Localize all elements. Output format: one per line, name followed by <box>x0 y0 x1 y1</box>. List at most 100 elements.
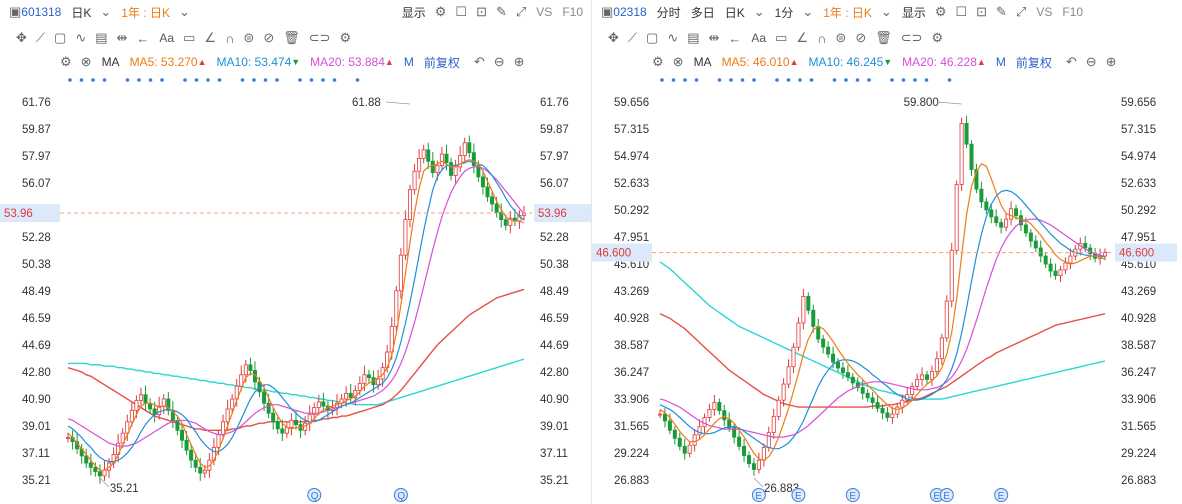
magnet-icon[interactable]: ∩ <box>225 31 234 46</box>
y-tick-label-right: 36.247 <box>1121 367 1156 379</box>
camera-icon[interactable]: ⊡ <box>476 4 487 20</box>
drawing-toolbar: ✥ ⟋ ▢ ∿ ▤ ⇹ ← Aa ▭ ∠ ∩ ⊜ ⊘ 🗑 ⊂⊃ ⚙ <box>0 26 591 50</box>
expand-icon[interactable]: ⤢ <box>516 4 526 20</box>
chevron-down-icon[interactable]: ⌄ <box>179 4 190 20</box>
f10-button[interactable]: F10 <box>562 5 583 19</box>
range-selector[interactable]: 1年 : 日K <box>121 4 170 21</box>
link-icon[interactable]: ⊂⊃ <box>901 30 923 46</box>
lock-icon[interactable]: ⊜ <box>835 30 846 46</box>
text-tool[interactable]: Aa <box>751 31 766 45</box>
wave-tool-icon[interactable]: ∿ <box>75 30 86 46</box>
ma-more[interactable]: M <box>996 55 1006 69</box>
settings-icon[interactable]: ⚙ <box>340 30 352 46</box>
y-tick-label-right: 59.656 <box>1121 97 1156 109</box>
high-price-label: 61.88 <box>352 97 381 109</box>
multiday-tab[interactable]: 多日 <box>691 4 715 21</box>
pen-icon[interactable]: ✎ <box>496 4 507 20</box>
rect-tool-icon[interactable]: ▢ <box>54 30 66 46</box>
note-icon[interactable]: ▭ <box>775 30 787 46</box>
settings-icon[interactable]: ⚙ <box>932 30 944 46</box>
gear-icon[interactable]: ⚙ <box>652 54 664 70</box>
close-icon[interactable]: ⊗ <box>81 54 92 70</box>
pen-icon[interactable]: ✎ <box>996 4 1007 20</box>
line-tool-icon[interactable]: ⟋ <box>36 30 45 46</box>
rect-tool-icon[interactable]: ▢ <box>646 30 658 46</box>
gear-icon[interactable]: ⚙ <box>60 54 72 70</box>
y-tick-label-right: 59.87 <box>540 124 569 136</box>
ma-label: MA <box>693 55 712 69</box>
link-icon[interactable]: ⊂⊃ <box>309 30 331 46</box>
range-selector[interactable]: 1年 : 日K <box>823 4 872 21</box>
angle-icon[interactable]: ∠ <box>796 30 808 46</box>
candle-body <box>88 462 93 468</box>
candle-body <box>362 374 367 384</box>
period-selector[interactable]: 日K <box>71 4 91 21</box>
zoom-out-icon[interactable]: ⊖ <box>494 54 505 70</box>
text-tool[interactable]: Aa <box>159 31 174 45</box>
note-icon[interactable]: ▭ <box>183 30 195 46</box>
zoom-in-icon[interactable]: ⊕ <box>514 54 525 70</box>
wave-tool-icon[interactable]: ∿ <box>667 30 678 46</box>
chevron-down-icon[interactable]: ⌄ <box>100 4 111 20</box>
square-icon[interactable]: ☐ <box>455 4 467 20</box>
measure-tool-icon[interactable]: ⇹ <box>117 30 128 46</box>
measure-tool-icon[interactable]: ⇹ <box>709 30 720 46</box>
period-selector[interactable]: 日K <box>725 4 745 21</box>
gear-icon[interactable]: ⚙ <box>435 4 447 20</box>
arrow-tool-icon[interactable]: ← <box>728 31 741 46</box>
y-tick-label-left: 43.269 <box>614 286 649 298</box>
magnet-icon[interactable]: ∩ <box>817 31 826 46</box>
candle-body <box>786 366 791 385</box>
event-dot <box>160 78 164 82</box>
square-icon[interactable]: ☐ <box>955 4 967 20</box>
adjust-button[interactable]: 前复权 <box>424 54 460 71</box>
f10-button[interactable]: F10 <box>1062 5 1083 19</box>
line-tool-icon[interactable]: ⟋ <box>628 30 637 46</box>
current-price-label-left: 53.96 <box>4 208 33 220</box>
fib-tool-icon[interactable]: ▤ <box>95 30 107 46</box>
trash-icon[interactable]: 🗑 <box>283 30 300 46</box>
undo-icon[interactable]: ↶ <box>474 54 485 70</box>
display-button[interactable]: 显示 <box>402 4 426 21</box>
chevron-down-icon[interactable]: ⌄ <box>881 4 892 20</box>
vs-button[interactable]: VS <box>1036 5 1052 19</box>
candle-body <box>480 176 485 188</box>
candle-body <box>692 434 697 446</box>
angle-icon[interactable]: ∠ <box>204 30 216 46</box>
intraday-tab[interactable]: 分时 <box>657 4 681 21</box>
candlestick-chart[interactable]: 59.656 59.656 57.315 57.315 54.974 54.974 52.6… <box>592 72 1182 504</box>
arrow-tool-icon[interactable]: ← <box>136 31 149 46</box>
minute-selector[interactable]: 1分 <box>775 4 794 21</box>
vs-button[interactable]: VS <box>536 5 552 19</box>
event-bubble-label: E <box>755 491 762 502</box>
display-button[interactable]: 显示 <box>902 4 926 21</box>
ma-more[interactable]: M <box>404 55 414 69</box>
crosshair-icon[interactable]: ✥ <box>608 30 619 46</box>
y-tick-label-left: 47.951 <box>614 232 649 244</box>
candle-body <box>766 432 771 448</box>
zoom-in-icon[interactable]: ⊕ <box>1106 54 1117 70</box>
chevron-down-icon[interactable]: ⌄ <box>754 4 765 20</box>
hide-icon[interactable]: ⊘ <box>263 30 274 46</box>
camera-icon[interactable]: ⊡ <box>976 4 987 20</box>
stock-code[interactable]: 02318 <box>613 5 646 19</box>
close-icon[interactable]: ⊗ <box>673 54 684 70</box>
undo-icon[interactable]: ↶ <box>1066 54 1077 70</box>
ma10-value: MA10: 46.245 <box>808 55 884 69</box>
candlestick-chart[interactable]: 61.76 61.76 59.87 59.87 57.97 57.97 56.07 56.07… <box>0 72 591 504</box>
trash-icon[interactable]: 🗑 <box>875 30 892 46</box>
chevron-down-icon[interactable]: ⌄ <box>802 4 813 20</box>
lock-icon[interactable]: ⊜ <box>243 30 254 46</box>
expand-icon[interactable]: ⤢ <box>1016 4 1026 20</box>
y-tick-label-left: 38.587 <box>614 340 649 352</box>
zoom-out-icon[interactable]: ⊖ <box>1086 54 1097 70</box>
crosshair-icon[interactable]: ✥ <box>16 30 27 46</box>
y-tick-label-left: 40.90 <box>22 394 51 406</box>
event-dot <box>671 78 676 82</box>
fib-tool-icon[interactable]: ▤ <box>687 30 699 46</box>
stock-code[interactable]: 601318 <box>21 5 61 19</box>
y-tick-label-left: 33.906 <box>614 394 649 406</box>
gear-icon[interactable]: ⚙ <box>935 4 947 20</box>
hide-icon[interactable]: ⊘ <box>855 30 866 46</box>
adjust-button[interactable]: 前复权 <box>1016 54 1052 71</box>
